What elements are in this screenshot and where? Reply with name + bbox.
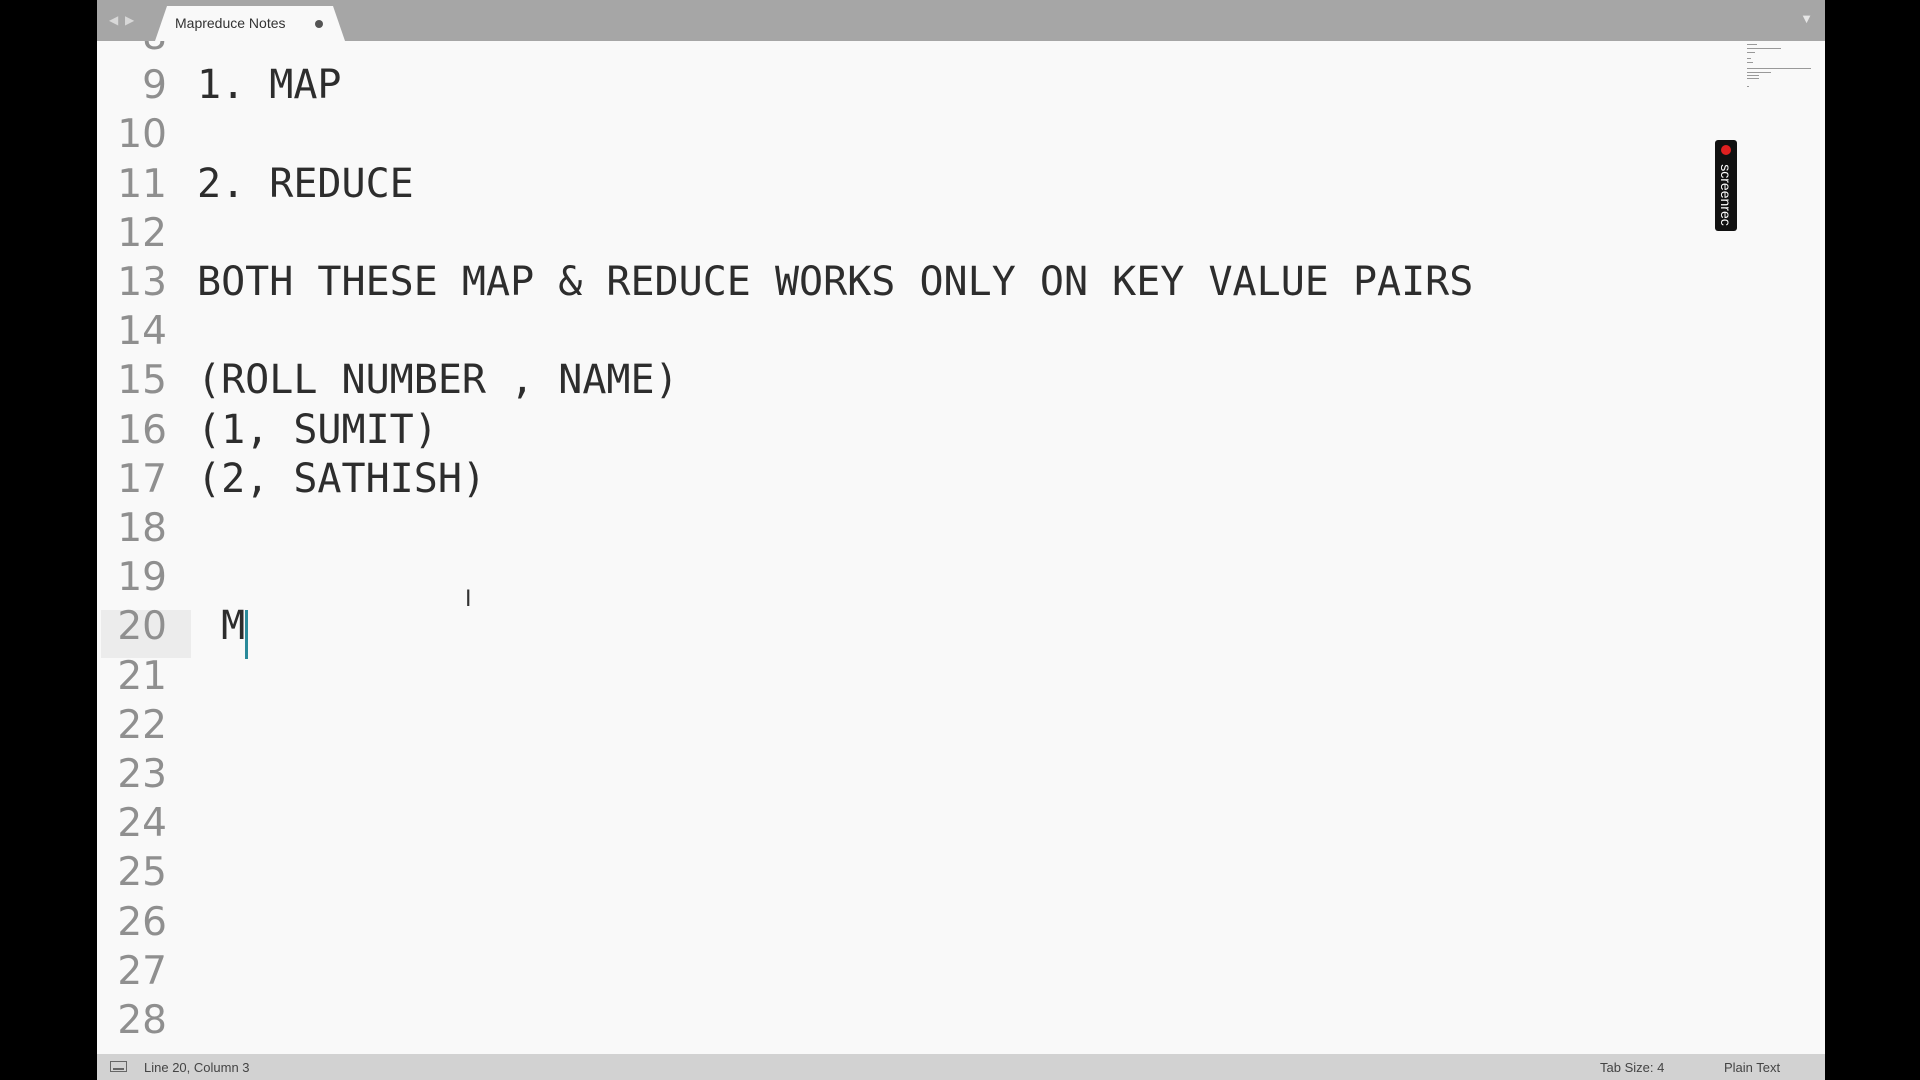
- minimap-line: [1747, 75, 1759, 76]
- line-number: 8: [97, 41, 167, 61]
- line-number: 17: [117, 457, 167, 502]
- text-caret: [245, 610, 248, 659]
- text-cursor-icon: I: [465, 587, 472, 612]
- record-dot-icon: [1721, 145, 1731, 155]
- minimap-line: [1747, 48, 1781, 49]
- chevron-right-icon[interactable]: ▶: [125, 13, 134, 27]
- line-number: 11: [117, 162, 167, 207]
- code-line[interactable]: (2, SATHISH): [197, 455, 486, 504]
- line-number: 23: [117, 752, 167, 797]
- code-line[interactable]: 2. REDUCE: [197, 160, 414, 209]
- minimap-line: [1747, 68, 1811, 69]
- line-number: 24: [117, 801, 167, 846]
- chevron-left-icon[interactable]: ◀: [109, 13, 118, 27]
- cursor-position: Line 20, Column 3: [144, 1060, 250, 1075]
- line-number: 10: [117, 112, 167, 157]
- line-number: 25: [117, 850, 167, 895]
- minimap-line: [1747, 86, 1749, 87]
- code-line[interactable]: BOTH THESE MAP & REDUCE WORKS ONLY ON KE…: [197, 258, 1473, 307]
- line-number-gutter: 8910 1112131415 1617181920 2122232425 262728: [97, 41, 191, 1054]
- minimap-line: [1747, 72, 1771, 73]
- line-number: 20: [117, 604, 167, 649]
- minimap-line: [1747, 78, 1759, 79]
- line-number: 27: [117, 949, 167, 994]
- line-number: 16: [117, 408, 167, 453]
- minimap-line: [1747, 62, 1753, 63]
- line-number: 21: [117, 654, 167, 699]
- unsaved-dot-icon[interactable]: [315, 20, 323, 28]
- tab-bar: ◀ ▶ Mapreduce Notes ▼: [97, 0, 1825, 41]
- status-bar: Line 20, Column 3 Tab Size: 4 Plain Text: [97, 1054, 1825, 1080]
- syntax-selector[interactable]: Plain Text: [1724, 1060, 1780, 1075]
- code-line[interactable]: 1. MAP: [197, 61, 342, 110]
- code-line[interactable]: (1, SUMIT): [197, 406, 438, 455]
- line-number: 9: [142, 63, 167, 108]
- line-number: 28: [117, 998, 167, 1043]
- line-number: 26: [117, 900, 167, 945]
- minimap[interactable]: [1747, 42, 1817, 98]
- code-line[interactable]: (ROLL NUMBER , NAME): [197, 356, 679, 405]
- line-number: 15: [117, 358, 167, 403]
- screenrec-label: screenrec: [1718, 164, 1734, 226]
- line-number: 19: [117, 555, 167, 600]
- editor-window: ◀ ▶ Mapreduce Notes ▼ 8910 1112131415 1617…: [97, 0, 1825, 1080]
- line-number: 13: [117, 260, 167, 305]
- screenrec-badge[interactable]: screenrec: [1715, 140, 1737, 231]
- tab-size-selector[interactable]: Tab Size: 4: [1600, 1060, 1664, 1075]
- code-line[interactable]: M: [197, 602, 245, 651]
- text-editor[interactable]: 8910 1112131415 1617181920 2122232425 262728…: [97, 41, 1825, 1054]
- line-number: 12: [117, 211, 167, 256]
- line-number: 18: [117, 506, 167, 551]
- line-number: 22: [117, 703, 167, 748]
- minimap-line: [1747, 58, 1751, 59]
- chevron-down-icon[interactable]: ▼: [1800, 11, 1813, 26]
- minimap-line: [1747, 52, 1755, 53]
- minimap-line: [1747, 44, 1757, 45]
- line-number: 14: [117, 309, 167, 354]
- tab-title: Mapreduce Notes: [175, 15, 286, 31]
- panel-toggle-icon[interactable]: [110, 1061, 127, 1072]
- tab-mapreduce-notes[interactable]: Mapreduce Notes: [155, 6, 345, 41]
